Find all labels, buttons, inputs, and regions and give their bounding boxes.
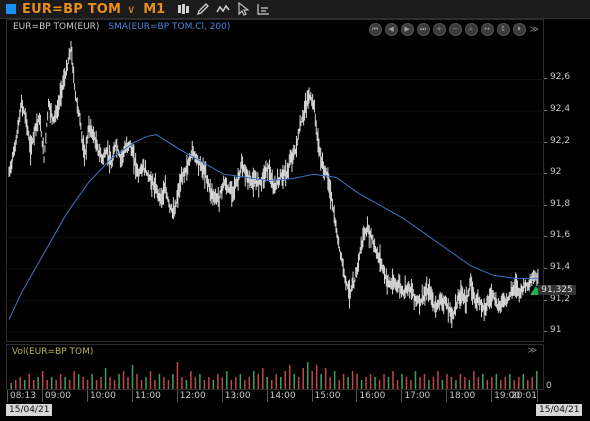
legend-sma: SMA(EUR=BP TOM.Cl, 200)	[108, 22, 231, 32]
price-tick-label: 92,6	[550, 72, 571, 83]
price-tick-mark	[544, 267, 547, 269]
scroll-start-button[interactable]: ⏮	[368, 23, 382, 36]
price-tick-label: 91,8	[550, 198, 571, 209]
price-tick-label: 91,2	[550, 293, 571, 304]
time-tick-label: 20:01	[511, 391, 537, 401]
line-style-icon[interactable]	[216, 2, 230, 16]
time-tick-mark	[401, 390, 403, 402]
time-tick-mark	[311, 390, 313, 402]
candlestick-chart-icon[interactable]	[176, 2, 190, 16]
time-tick-mark	[446, 390, 448, 402]
time-tick-label: 15:00	[314, 391, 341, 401]
draw-pencil-icon[interactable]	[196, 2, 210, 16]
time-tick-mark	[356, 390, 358, 402]
timeframe-selector[interactable]: M1	[143, 2, 165, 17]
scroll-end-button[interactable]: ⏭	[416, 23, 430, 36]
zoom-in-button[interactable]: +	[432, 23, 446, 36]
time-tick-label: 11:00	[134, 391, 161, 401]
price-tick-label: 91,6	[550, 230, 571, 241]
pan-horizontal-button[interactable]: ↔	[480, 23, 494, 36]
scroll-right-button[interactable]: ▶	[400, 23, 414, 36]
time-tick-label: 12:00	[179, 391, 206, 401]
price-tick-label: 92,2	[550, 135, 571, 146]
price-axis[interactable]: 92,6 92,4 92,2 92 91,8 91,6 91,4 91,2 91	[544, 19, 590, 364]
scroll-left-button[interactable]: ◀	[384, 23, 398, 36]
last-price-label: 91,325	[538, 285, 576, 295]
price-tick-mark	[544, 331, 547, 333]
price-chart-panel[interactable]: EUR=BP TOM(EUR) SMA(EUR=BP TOM.Cl, 200) …	[6, 19, 545, 343]
time-tick-mark	[42, 390, 44, 402]
price-tick-mark	[544, 141, 547, 143]
zoom-out-button[interactable]: −	[448, 23, 462, 36]
legend-symbol: EUR=BP TOM(EUR)	[13, 22, 100, 32]
price-tick-mark	[544, 173, 547, 175]
time-tick-label: 17:00	[404, 391, 431, 401]
collapse-volume-icon[interactable]: ≫	[528, 346, 537, 356]
time-tick-mark	[537, 390, 538, 402]
price-tick-mark	[544, 299, 547, 301]
time-tick-mark	[491, 390, 493, 402]
chevron-down-icon[interactable]: ∨	[127, 3, 135, 16]
price-tick-mark	[544, 204, 547, 206]
time-tick-mark	[266, 390, 268, 402]
price-tick-label: 91,4	[550, 261, 571, 272]
price-tick-label: 92	[550, 167, 562, 178]
time-axis[interactable]: 08:13 09:00 10:00 11:00 12:00 13:00 14:00 15:00…	[6, 390, 544, 404]
price-series	[8, 40, 539, 329]
collapse-panel-icon[interactable]: ≫	[530, 25, 539, 35]
price-tick-mark	[544, 236, 547, 238]
end-date-label: 15/04/21	[536, 404, 583, 416]
time-tick-label: 09:00	[45, 391, 71, 401]
time-tick-mark	[86, 390, 88, 402]
pan-vertical-button[interactable]: ↕	[496, 23, 510, 36]
time-tick-label: 13:00	[224, 391, 251, 401]
time-tick-label: 08:13	[10, 391, 36, 401]
toolbar: EUR=BP TOM ∨ M1	[0, 0, 590, 19]
time-tick-mark	[221, 390, 223, 402]
volume-axis-zero: 0	[546, 381, 552, 391]
price-chart-canvas[interactable]	[7, 20, 545, 343]
symbol-selector[interactable]: EUR=BP TOM	[22, 2, 121, 17]
zoom-search-button[interactable]: ⌕	[464, 23, 478, 36]
time-tick-label: 10:00	[89, 391, 116, 401]
time-tick-label: 14:00	[269, 391, 296, 401]
symbol-color-square-icon	[6, 4, 16, 14]
indicator-options-icon[interactable]	[256, 2, 270, 16]
chart-navigation: ⏮ ◀ ▶ ⏭ + − ⌕ ↔ ↕ ⏵ ≫	[366, 23, 539, 36]
price-tick-mark	[544, 110, 547, 112]
time-tick-label: 16:00	[359, 391, 386, 401]
scroll-forward-button[interactable]: ⏵	[512, 23, 526, 36]
price-tick-mark	[544, 78, 547, 80]
cursor-pointer-icon[interactable]	[236, 2, 250, 16]
chart-legend: EUR=BP TOM(EUR) SMA(EUR=BP TOM.Cl, 200)	[13, 22, 230, 32]
time-tick-mark	[7, 390, 8, 402]
date-row: 15/04/21 15/04/21	[0, 404, 590, 418]
time-tick-mark	[176, 390, 178, 402]
volume-panel[interactable]: Vol(EUR=BP TOM) ≫	[6, 344, 544, 390]
volume-label: Vol(EUR=BP TOM)	[12, 347, 94, 357]
price-tick-label: 92,4	[550, 104, 571, 115]
time-tick-label: 18:00	[449, 391, 476, 401]
start-date-label: 15/04/21	[6, 404, 53, 416]
time-tick-mark	[131, 390, 133, 402]
price-tick-label: 91	[550, 325, 562, 336]
